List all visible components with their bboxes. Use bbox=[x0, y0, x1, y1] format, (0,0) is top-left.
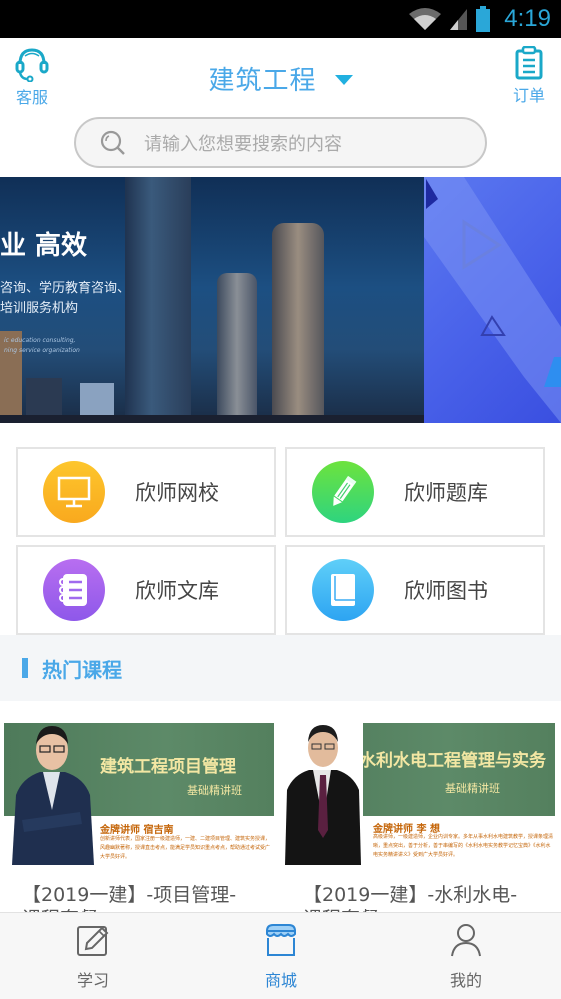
teacher-desc: 高级讲师，一级建造师，企业内训专家。多年从事水利水电建筑教学，授课条理清晰，重点… bbox=[373, 834, 554, 858]
tab-study[interactable]: 学习 bbox=[33, 923, 153, 991]
search-bar[interactable]: 请输入您想要搜索的内容 bbox=[74, 117, 487, 168]
course-title: 【2019一建】-水利水电- bbox=[303, 884, 518, 906]
status-time: 4:19 bbox=[504, 5, 551, 32]
signal-icon bbox=[450, 9, 468, 30]
banner-en-line-1: ic education consulting, bbox=[4, 337, 76, 344]
poster-subtitle: 基础精讲班 bbox=[187, 784, 242, 797]
status-bar: 4:19 bbox=[0, 0, 561, 38]
banner-building bbox=[0, 415, 424, 423]
orders-label: 订单 bbox=[512, 86, 545, 105]
banner-slide[interactable]: 业 高效 咨询、学历教育咨询、 培训服务机构 ic education cons… bbox=[0, 177, 424, 423]
banner-en-line-2: ning service organization bbox=[4, 347, 80, 354]
banner-building bbox=[272, 223, 324, 423]
category-selector[interactable]: 建筑工程 bbox=[0, 60, 561, 97]
store-icon bbox=[265, 924, 297, 956]
section-accent-bar bbox=[22, 658, 28, 678]
banner-line-2: 培训服务机构 bbox=[0, 301, 79, 316]
banner-line-1: 咨询、学历教育咨询、 bbox=[0, 281, 131, 296]
course-card[interactable]: 水利水电工程管理与实务 基础精讲班 金牌讲师 李 想 高级讲师，一级建造师，企业… bbox=[285, 720, 555, 912]
banner-slide-next[interactable] bbox=[424, 177, 561, 423]
tab-store[interactable]: 商城 bbox=[221, 923, 341, 991]
teacher-desc: 创新讲师代表，国家注册一级建造师，一建、二建项目管理、建筑实务授课，风趣幽默著称… bbox=[100, 836, 271, 860]
poster-title: 水利水电工程管理与实务 bbox=[359, 751, 546, 771]
poster-subtitle: 基础精讲班 bbox=[445, 782, 500, 795]
banner-decoration bbox=[424, 177, 561, 423]
tab-label: 商城 bbox=[264, 971, 297, 990]
wifi-icon bbox=[409, 8, 442, 30]
teacher-photo bbox=[12, 726, 94, 865]
teacher-name: 金牌讲师 宿吉南 bbox=[100, 825, 174, 836]
tab-label: 学习 bbox=[76, 971, 109, 990]
course-card[interactable]: 建筑工程项目管理 基础精讲班 金牌讲师 宿吉南 创新讲师代表，国家注册一级建造师… bbox=[4, 720, 274, 912]
course-title-line-2: 课程套餐 bbox=[22, 904, 98, 912]
clipboard-icon bbox=[515, 46, 543, 80]
bottom-tab-bar: 学习 商城 我的 bbox=[0, 912, 561, 999]
orders-button[interactable]: 订单 bbox=[507, 46, 551, 106]
page-title: 建筑工程 bbox=[208, 66, 317, 96]
quick-link-label: 欣师图书 bbox=[404, 579, 488, 603]
course-poster: 建筑工程项目管理 基础精讲班 金牌讲师 宿吉南 创新讲师代表，国家注册一级建造师… bbox=[4, 720, 274, 865]
quick-link-books[interactable]: 欣师图书 bbox=[285, 545, 545, 635]
course-title-line-2: 课程套餐 bbox=[303, 904, 379, 912]
quick-link-label: 欣师网校 bbox=[135, 481, 219, 505]
teacher-photo bbox=[285, 720, 363, 865]
monitor-icon bbox=[43, 461, 105, 523]
notebook-icon bbox=[43, 559, 105, 621]
banner-building bbox=[0, 331, 22, 423]
course-title: 【2019一建】-项目管理- bbox=[22, 884, 237, 906]
edit-icon bbox=[77, 926, 109, 956]
quick-link-online-school[interactable]: 欣师网校 bbox=[16, 447, 276, 537]
banner-building bbox=[125, 177, 191, 423]
banner-headline: 业 高效 bbox=[0, 231, 88, 261]
quick-link-library[interactable]: 欣师文库 bbox=[16, 545, 276, 635]
quick-link-label: 欣师题库 bbox=[404, 481, 488, 505]
course-poster: 水利水电工程管理与实务 基础精讲班 金牌讲师 李 想 高级讲师，一级建造师，企业… bbox=[285, 720, 555, 865]
pencil-icon bbox=[312, 461, 374, 523]
book-icon bbox=[312, 559, 374, 621]
user-icon bbox=[451, 924, 481, 957]
header: 客服 建筑工程 订单 请输入您想要搜索的内容 bbox=[0, 38, 561, 175]
search-icon bbox=[100, 130, 125, 155]
hot-courses-header: 热门课程 bbox=[0, 635, 561, 701]
banner-building bbox=[217, 273, 257, 423]
tab-me[interactable]: 我的 bbox=[406, 923, 526, 991]
tab-label: 我的 bbox=[449, 971, 482, 990]
caret-down-icon bbox=[334, 74, 353, 85]
battery-icon bbox=[476, 6, 491, 32]
search-input[interactable]: 请输入您想要搜索的内容 bbox=[144, 130, 342, 156]
quick-link-label: 欣师文库 bbox=[135, 579, 219, 603]
poster-title: 建筑工程项目管理 bbox=[100, 757, 236, 777]
banner-carousel[interactable]: 业 高效 咨询、学历教育咨询、 培训服务机构 ic education cons… bbox=[0, 177, 561, 423]
quick-link-question-bank[interactable]: 欣师题库 bbox=[285, 447, 545, 537]
section-title: 热门课程 bbox=[42, 658, 122, 682]
